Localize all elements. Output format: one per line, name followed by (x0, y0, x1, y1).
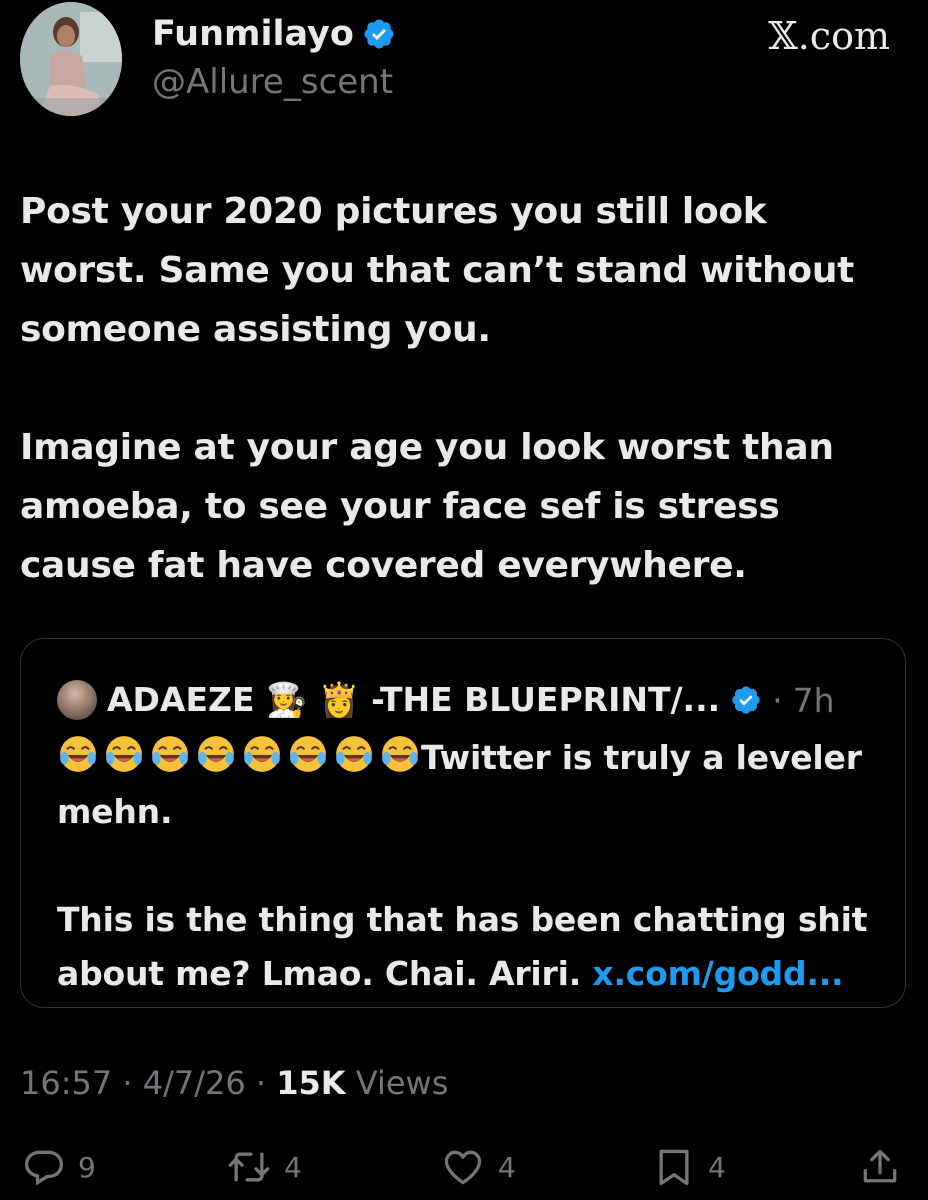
laughing-emoji-icon (287, 733, 329, 775)
quoted-tweet-header: ADAEZE 👩‍🍳 👸 -THE BLUEPRINT/... · 7h (57, 675, 835, 725)
verified-badge-icon (362, 17, 396, 51)
laughing-emoji-icon (103, 733, 145, 775)
meta-dot: · (122, 1064, 143, 1102)
bookmark-button[interactable]: 4 (652, 1145, 726, 1189)
like-count: 4 (498, 1150, 516, 1184)
laughing-emoji-icon (57, 733, 99, 775)
tweet-date[interactable]: 4/7/26 (143, 1064, 246, 1102)
tweet-meta: 16:57 · 4/7/26 · 15K Views (20, 1064, 448, 1102)
like-button[interactable]: 4 (440, 1145, 516, 1189)
views-count: 15K (276, 1064, 346, 1102)
quoted-time[interactable]: 7h (793, 681, 835, 720)
laughing-emoji-icon (333, 733, 375, 775)
author-avatar[interactable] (20, 2, 122, 116)
author-handle[interactable]: @Allure_scent (152, 62, 393, 102)
x-brand-watermark: 𝕏.com (768, 14, 890, 58)
author-display-name[interactable]: Funmilayo (152, 14, 396, 54)
laughing-emoji-row (57, 733, 421, 775)
laughing-emoji-icon (149, 733, 191, 775)
quoted-separator: · (772, 680, 783, 720)
like-icon (440, 1145, 486, 1189)
laughing-emoji-icon (195, 733, 237, 775)
laughing-emoji-icon (379, 733, 421, 775)
laughing-emoji-icon (241, 733, 283, 775)
meta-dot: · (255, 1064, 277, 1102)
bookmark-count: 4 (708, 1150, 726, 1184)
repost-count: 4 (284, 1150, 302, 1184)
share-button[interactable] (858, 1145, 902, 1189)
repost-icon (226, 1145, 272, 1189)
tweet-action-bar: 9 4 4 4 (20, 1145, 908, 1191)
quoted-tweet-text: Twitter is truly a leveler mehn. This is… (57, 731, 887, 1001)
verified-badge-icon (730, 684, 762, 716)
author-name-text: Funmilayo (152, 14, 354, 54)
bookmark-icon (652, 1145, 696, 1189)
repost-button[interactable]: 4 (226, 1145, 302, 1189)
quoted-author-avatar[interactable] (57, 680, 97, 720)
reply-icon (22, 1145, 66, 1189)
reply-count: 9 (78, 1150, 96, 1184)
share-icon (858, 1145, 902, 1189)
reply-button[interactable]: 9 (22, 1145, 96, 1189)
views-label: Views (355, 1064, 449, 1102)
tweet-time[interactable]: 16:57 (20, 1064, 112, 1102)
quoted-author-name[interactable]: ADAEZE 👩‍🍳 👸 -THE BLUEPRINT/... (107, 680, 720, 720)
tweet-text: Post your 2020 pictures you still look w… (20, 191, 855, 586)
quoted-tweet-card[interactable]: ADAEZE 👩‍🍳 👸 -THE BLUEPRINT/... · 7h Twi… (20, 638, 906, 1008)
quoted-tweet-link[interactable]: x.com/godd... (592, 954, 843, 993)
